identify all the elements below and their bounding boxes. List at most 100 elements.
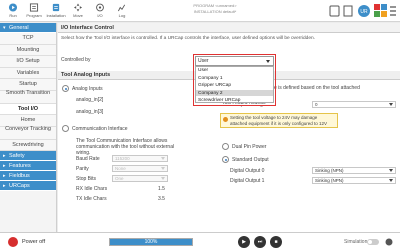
analog-inputs-radio[interactable] [62, 85, 69, 92]
digital-output-1-label: Digital Output 1 [230, 178, 265, 184]
step-icon[interactable]: ⏭ [254, 236, 266, 248]
chevron-right-icon: ▸ [3, 173, 6, 179]
menu-icon[interactable] [390, 6, 396, 16]
baud-rate-select[interactable]: 115200 [112, 155, 168, 162]
sidebar-group-fieldbus[interactable]: ▸ Fieldbus [0, 171, 56, 181]
sidebar-item-conveyor-tracking[interactable]: Conveyor Tracking [0, 126, 56, 140]
parity-select[interactable]: None [112, 165, 168, 172]
program-label: Program [26, 13, 42, 18]
analog-in-2-label: analog_in[2] [76, 97, 104, 103]
chevron-down-icon [389, 103, 393, 106]
controlled-by-label: Controlled by [61, 57, 91, 63]
log-label: Log [118, 13, 126, 18]
power-icon[interactable] [8, 237, 18, 247]
option-company-1[interactable]: Company 1 [196, 75, 273, 82]
sidebar-group-safety[interactable]: ▸ Safety [0, 151, 56, 161]
standard-output-label: Standard Output [232, 157, 269, 163]
voltage-warning: Setting the tool voltage to 24V may dama… [220, 113, 338, 128]
play-icon [8, 3, 18, 12]
installation-icon [52, 3, 60, 12]
analog-in-3-label: analog_in[3] [76, 109, 104, 115]
chevron-down-icon [161, 167, 165, 170]
controlled-by-options: User Company 1 Gripper URCap Company 2 S… [195, 66, 274, 105]
stop-bits-select[interactable]: One [112, 175, 168, 182]
standard-output-radio[interactable] [222, 156, 229, 163]
sidebar-group-features[interactable]: ▸ Features [0, 161, 56, 171]
sidebar-item-screwdriving[interactable]: Screwdriving [0, 139, 56, 151]
log-button[interactable]: Log [111, 1, 133, 21]
chevron-down-icon [161, 157, 165, 160]
option-screwdriver-urcap[interactable]: Screwdriver URCap [196, 97, 273, 105]
dual-pin-power-label: Dual Pin Power [232, 144, 267, 150]
speed-slider[interactable]: 100% [109, 238, 193, 246]
tool-output-voltage-select[interactable]: 0 [312, 101, 396, 108]
warning-icon [223, 117, 228, 122]
program-button[interactable]: Program [23, 1, 45, 21]
rx-idle-chars-label: RX Idle Chars [76, 186, 108, 192]
installation-label: Installation [46, 13, 66, 18]
option-user[interactable]: User [196, 67, 273, 75]
power-status[interactable]: Power off [22, 239, 45, 245]
move-icon [73, 3, 83, 12]
save-icon[interactable] [329, 5, 340, 17]
tx-idle-chars-label: TX Idle Chars [76, 196, 107, 202]
run-button[interactable]: Run [2, 1, 24, 21]
controlled-by-select[interactable]: User [195, 56, 274, 66]
run-label: Run [9, 13, 17, 18]
chevron-right-icon: ▸ [3, 163, 6, 169]
installation-name: INSTALLATION default* [193, 9, 237, 14]
sidebar-item-mounting[interactable]: Mounting [0, 44, 56, 56]
digital-output-0-label: Digital Output 0 [230, 168, 265, 174]
svg-text:UR: UR [360, 9, 368, 15]
sidebar-item-home[interactable]: Home [0, 115, 56, 127]
top-right-icons: UR [329, 4, 396, 17]
polyscope-window: Run Program Installation Move I/O Log PR… [0, 0, 400, 250]
program-icon [29, 3, 39, 12]
sidebar-item-tool-io[interactable]: Tool I/O [0, 103, 56, 115]
play-icon[interactable]: ▶ [238, 236, 250, 248]
simulation-label: Simulation [344, 239, 368, 245]
communication-interface-label: Communication Interface [72, 126, 128, 132]
option-company-2[interactable]: Company 2 [196, 89, 273, 97]
sidebar-item-tcp[interactable]: TCP [0, 33, 56, 45]
sidebar-item-startup[interactable]: Startup [0, 79, 56, 91]
chevron-down-icon [389, 169, 393, 172]
page-title: I/O Interface Control [58, 23, 400, 33]
option-gripper-urcap[interactable]: Gripper URCap [196, 82, 273, 90]
chevron-right-icon: ▸ [3, 183, 6, 189]
communication-description: The Tool Communication Interface allows … [76, 138, 175, 156]
sidebar-item-smooth-transition[interactable]: Smooth Transition [0, 90, 56, 104]
installation-button[interactable]: Installation [45, 1, 67, 21]
move-button[interactable]: Move [67, 1, 89, 21]
dual-pin-power-radio[interactable] [222, 143, 229, 150]
io-icon [96, 3, 104, 12]
simulation-toggle[interactable] [367, 239, 379, 245]
communication-interface-radio[interactable] [62, 125, 69, 132]
dashboard-icon[interactable] [374, 4, 387, 17]
main-panel: I/O Interface Control Select how the Too… [58, 23, 400, 232]
top-bar: Run Program Installation Move I/O Log PR… [0, 0, 400, 22]
chevron-down-icon: ▾ [3, 25, 6, 31]
digital-output-0-select[interactable]: Sinking (NPN) [312, 167, 396, 174]
tx-idle-chars-value[interactable]: 3.5 [158, 196, 165, 202]
baud-rate-label: Baud Rate [76, 156, 100, 162]
speed-value: 100% [144, 239, 158, 245]
bottom-bar: Power off 100% ▶ ⏭ ■ Simulation [0, 232, 400, 250]
more-icon[interactable] [385, 238, 393, 246]
io-label: I/O [97, 13, 103, 18]
log-icon [117, 4, 126, 12]
stop-icon[interactable]: ■ [270, 236, 282, 248]
file-icon[interactable] [343, 5, 353, 17]
analog-inputs-label: Analog Inputs [72, 86, 103, 92]
sidebar-group-urcaps[interactable]: ▸ URCaps [0, 181, 56, 191]
digital-output-1-select[interactable]: Sinking (NPN) [312, 177, 396, 184]
move-label: Move [73, 13, 83, 18]
io-button[interactable]: I/O [89, 1, 111, 21]
rx-idle-chars-value[interactable]: 1.5 [158, 186, 165, 192]
chevron-right-icon: ▸ [3, 153, 6, 159]
ur-logo-icon: UR [358, 5, 370, 17]
sidebar-item-io-setup[interactable]: I/O Setup [0, 56, 56, 68]
chevron-down-icon [389, 179, 393, 182]
sidebar-item-variables[interactable]: Variables [0, 67, 56, 79]
sidebar-group-general[interactable]: ▾ General [0, 23, 56, 33]
